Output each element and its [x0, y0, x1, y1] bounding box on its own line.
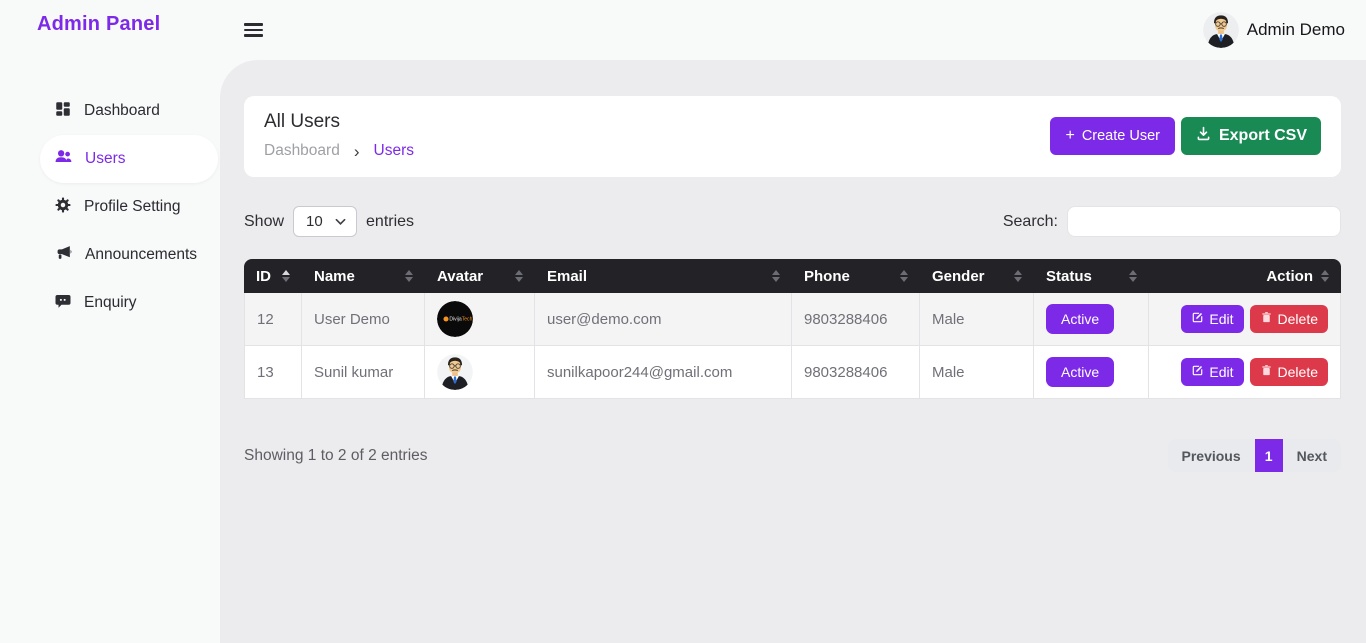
cell-name: Sunil kumar: [302, 346, 425, 399]
sidebar: Admin Panel Dashboard Users: [0, 0, 220, 643]
search-label: Search:: [1003, 213, 1058, 231]
sort-icon: [1321, 270, 1329, 283]
profile-name: Admin Demo: [1247, 20, 1345, 40]
cell-avatar: DivijaTech: [425, 293, 535, 346]
trash-icon: [1260, 311, 1273, 327]
sidebar-item-label: Dashboard: [84, 102, 160, 120]
cell-avatar: [425, 346, 535, 399]
entries-label: entries: [366, 213, 414, 231]
users-table: ID Name Avatar Email Phone Gender Status…: [244, 259, 1341, 399]
chevron-right-icon: ›: [354, 143, 360, 160]
cell-email: user@demo.com: [535, 293, 792, 346]
cell-id: 13: [244, 346, 302, 399]
cell-gender: Male: [920, 293, 1034, 346]
page-header-card: All Users Dashboard › Users + Create Use…: [244, 96, 1341, 177]
edit-pencil-icon: [1191, 364, 1204, 380]
column-header-status[interactable]: Status: [1034, 259, 1149, 293]
sort-icon: [515, 270, 523, 283]
sidebar-item-profile-setting[interactable]: Profile Setting: [40, 183, 218, 231]
cartoon-man-avatar: [437, 354, 473, 390]
sort-icon: [772, 270, 780, 283]
cell-gender: Male: [920, 346, 1034, 399]
delete-button[interactable]: Delete: [1250, 358, 1328, 386]
breadcrumb-current[interactable]: Users: [374, 142, 414, 160]
cell-phone: 9803288406: [792, 346, 920, 399]
status-badge[interactable]: Active: [1046, 304, 1114, 334]
column-header-id[interactable]: ID: [244, 259, 302, 293]
company-logo-avatar: DivijaTech: [437, 301, 473, 337]
dashboard-grid-icon: [54, 100, 72, 123]
sidebar-item-users[interactable]: Users: [40, 135, 218, 183]
pagination: Previous 1 Next: [1168, 439, 1342, 472]
chevron-down-icon: [335, 213, 346, 230]
show-label: Show: [244, 213, 284, 231]
profile-menu[interactable]: Admin Demo: [1203, 12, 1345, 48]
topbar: Admin Demo: [220, 0, 1366, 60]
cell-actions: Edit Delete: [1149, 293, 1341, 346]
column-header-gender[interactable]: Gender: [920, 259, 1034, 293]
chat-icon: [54, 292, 72, 315]
sidebar-item-dashboard[interactable]: Dashboard: [40, 87, 218, 135]
cell-id: 12: [244, 293, 302, 346]
column-header-avatar[interactable]: Avatar: [425, 259, 535, 293]
sidebar-nav: Dashboard Users: [0, 87, 220, 327]
page-title: All Users: [264, 111, 414, 133]
cell-status: Active: [1034, 346, 1149, 399]
edit-button[interactable]: Edit: [1181, 358, 1243, 386]
pagination-page-1[interactable]: 1: [1255, 439, 1283, 472]
breadcrumb: Dashboard › Users: [264, 142, 414, 160]
table-footer: Showing 1 to 2 of 2 entries Previous 1 N…: [244, 439, 1341, 472]
trash-icon: [1260, 364, 1273, 380]
users-icon: [54, 147, 73, 171]
svg-text:DivijaTech: DivijaTech: [449, 317, 472, 323]
pagination-next[interactable]: Next: [1283, 439, 1341, 472]
search-input[interactable]: [1067, 206, 1341, 237]
column-header-phone[interactable]: Phone: [792, 259, 920, 293]
sidebar-item-label: Profile Setting: [84, 198, 181, 216]
edit-button[interactable]: Edit: [1181, 305, 1243, 333]
create-user-button[interactable]: + Create User: [1050, 117, 1175, 155]
brand-title: Admin Panel: [0, 0, 220, 36]
page-size-select[interactable]: 10: [293, 206, 357, 237]
pagination-previous[interactable]: Previous: [1168, 439, 1255, 472]
sort-icon: [282, 270, 290, 283]
sort-icon: [405, 270, 413, 283]
cell-status: Active: [1034, 293, 1149, 346]
breadcrumb-parent[interactable]: Dashboard: [264, 142, 340, 160]
delete-button[interactable]: Delete: [1250, 305, 1328, 333]
megaphone-icon: [54, 243, 73, 267]
sidebar-item-label: Enquiry: [84, 294, 137, 312]
sort-icon: [1014, 270, 1022, 283]
export-csv-button[interactable]: Export CSV: [1181, 117, 1321, 155]
user-avatar: [1203, 12, 1239, 48]
download-icon: [1195, 125, 1212, 147]
table-row: 13 Sunil kumar: [244, 346, 1341, 399]
column-header-name[interactable]: Name: [302, 259, 425, 293]
cell-name: User Demo: [302, 293, 425, 346]
table-controls: Show 10 entries Search:: [244, 206, 1341, 237]
status-badge[interactable]: Active: [1046, 357, 1114, 387]
menu-toggle-icon[interactable]: [244, 20, 263, 41]
sidebar-item-label: Users: [85, 150, 125, 168]
column-header-email[interactable]: Email: [535, 259, 792, 293]
cell-actions: Edit Delete: [1149, 346, 1341, 399]
entries-info: Showing 1 to 2 of 2 entries: [244, 447, 428, 465]
edit-pencil-icon: [1191, 311, 1204, 327]
plus-icon: +: [1065, 128, 1074, 144]
sidebar-item-label: Announcements: [85, 246, 197, 264]
sidebar-item-announcements[interactable]: Announcements: [40, 231, 218, 279]
column-header-action[interactable]: Action: [1149, 259, 1341, 293]
sidebar-item-enquiry[interactable]: Enquiry: [40, 279, 218, 327]
cell-phone: 9803288406: [792, 293, 920, 346]
gear-icon: [54, 196, 72, 219]
cell-email: sunilkapoor244@gmail.com: [535, 346, 792, 399]
table-row: 12 User Demo DivijaTech user@demo.com 98…: [244, 293, 1341, 346]
sort-icon: [900, 270, 908, 283]
sort-icon: [1129, 270, 1137, 283]
page-content: All Users Dashboard › Users + Create Use…: [220, 60, 1366, 643]
